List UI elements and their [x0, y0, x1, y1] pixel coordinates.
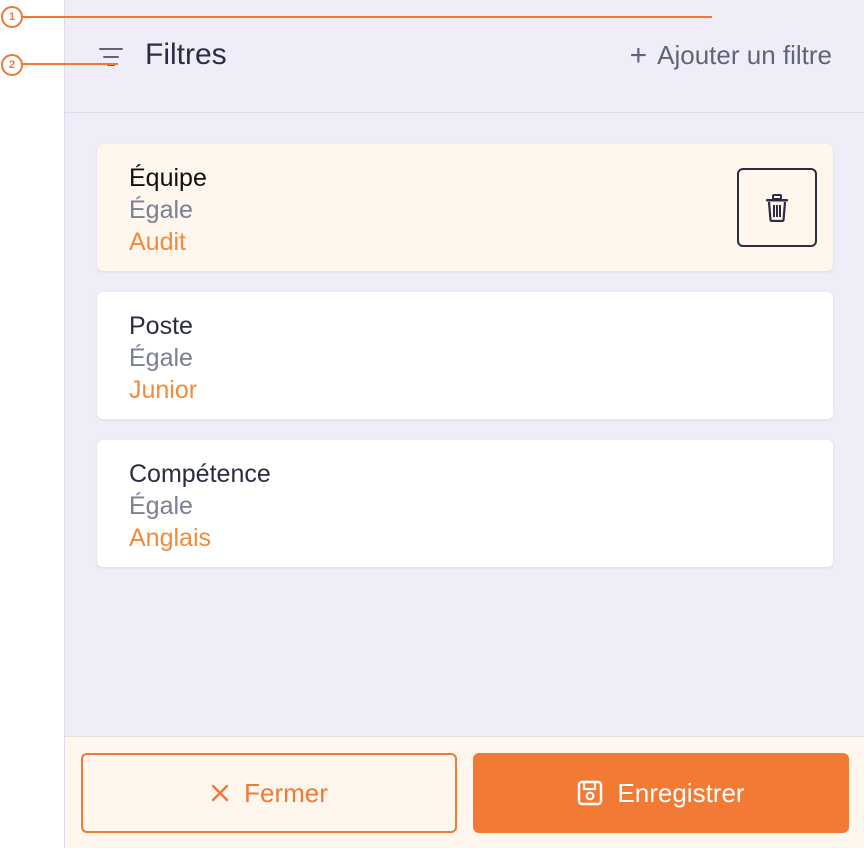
callout-marker-2: 2 — [1, 54, 23, 76]
callout-line-2 — [22, 63, 118, 65]
close-button-label: Fermer — [244, 777, 328, 808]
delete-filter-button[interactable] — [737, 168, 817, 247]
save-icon — [578, 780, 603, 806]
filter-operator: Égale — [129, 196, 193, 224]
annotation-gutter — [0, 0, 64, 848]
page-title: Filtres — [145, 38, 227, 71]
filter-operator: Égale — [129, 344, 193, 372]
filter-field: Poste — [129, 312, 193, 340]
filter-card-competence[interactable]: Compétence Égale Anglais — [97, 440, 833, 567]
filter-field: Équipe — [129, 164, 207, 192]
callout-line-1 — [22, 16, 712, 18]
plus-icon: + — [629, 38, 648, 72]
filter-card-equipe[interactable]: Équipe Égale Audit — [97, 144, 833, 271]
filter-value: Anglais — [129, 524, 211, 552]
filter-value: Junior — [129, 376, 198, 404]
trash-icon — [766, 193, 788, 222]
add-filter-button[interactable]: + Ajouter un filtre — [630, 40, 832, 71]
filter-card-poste[interactable]: Poste Égale Junior — [97, 292, 833, 419]
callout-marker-1: 1 — [1, 6, 23, 28]
filter-field: Compétence — [129, 460, 271, 488]
close-icon — [211, 784, 229, 802]
save-button[interactable]: Enregistrer — [473, 753, 849, 833]
close-button[interactable]: Fermer — [81, 753, 457, 833]
filter-value: Audit — [129, 228, 186, 256]
save-button-label: Enregistrer — [617, 777, 745, 808]
add-filter-label: Ajouter un filtre — [657, 40, 832, 70]
filters-panel: Filtres + Ajouter un filtre Équipe Égale… — [64, 0, 864, 848]
panel-footer: Fermer Enregistrer — [65, 736, 864, 848]
filter-operator: Égale — [129, 492, 193, 520]
